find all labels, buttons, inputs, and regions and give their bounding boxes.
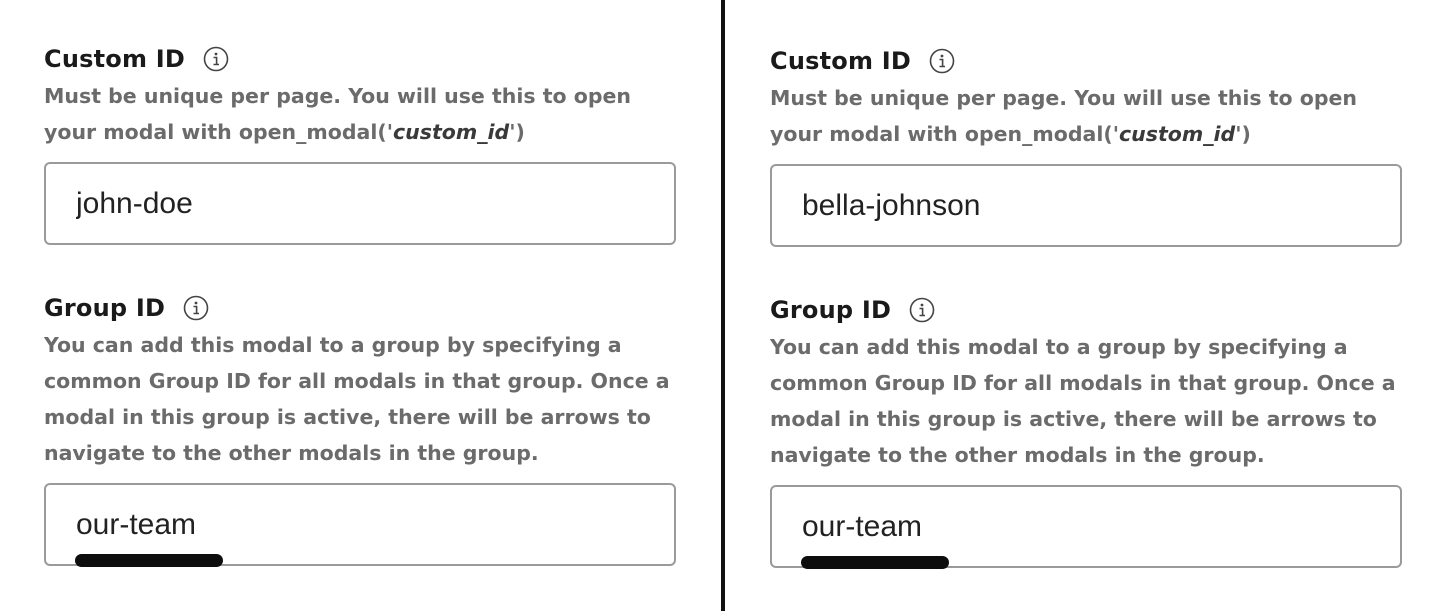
info-icon[interactable] (929, 48, 955, 74)
group-id-input-box (770, 485, 1402, 569)
custom-id-header: Custom ID (770, 44, 1402, 78)
group-id-description: You can add this modal to a group by spe… (44, 333, 670, 465)
group-id-title: Group ID (44, 294, 166, 322)
custom-id-title: Custom ID (770, 47, 911, 75)
custom-id-desc-suffix: ') (1235, 122, 1251, 146)
group-id-input[interactable] (802, 505, 1362, 549)
group-id-input[interactable] (76, 503, 636, 547)
custom-id-input-box (44, 162, 676, 245)
right-panel: Custom ID Must be unique per page. You w… (770, 2, 1402, 569)
group-id-header: Group ID (770, 293, 1402, 327)
custom-id-input[interactable] (76, 182, 636, 226)
custom-id-input-box (770, 164, 1402, 247)
custom-id-desc-suffix: ') (509, 120, 525, 144)
left-panel: Custom ID Must be unique per page. You w… (44, 0, 676, 567)
custom-id-code: custom_id (1119, 122, 1236, 146)
panel-divider (721, 0, 725, 611)
comparison-screenshot: Custom ID Must be unique per page. You w… (0, 0, 1448, 611)
custom-id-description: Must be unique per page. You will use th… (44, 78, 676, 150)
custom-id-desc-text: Must be unique per page. You will use th… (770, 86, 1358, 146)
underline-mark (801, 556, 949, 569)
group-id-input-box (44, 483, 676, 567)
info-icon[interactable] (909, 297, 935, 323)
custom-id-desc-text: Must be unique per page. You will use th… (44, 84, 632, 144)
group-id-title: Group ID (770, 296, 892, 324)
underline-mark (75, 554, 223, 567)
group-id-header: Group ID (44, 291, 676, 325)
custom-id-title: Custom ID (44, 45, 185, 73)
custom-id-header: Custom ID (44, 42, 676, 76)
info-icon[interactable] (203, 46, 229, 72)
custom-id-code: custom_id (393, 120, 510, 144)
info-icon[interactable] (183, 295, 209, 321)
custom-id-input[interactable] (802, 184, 1362, 228)
custom-id-description: Must be unique per page. You will use th… (770, 80, 1402, 152)
group-id-description: You can add this modal to a group by spe… (770, 335, 1396, 467)
